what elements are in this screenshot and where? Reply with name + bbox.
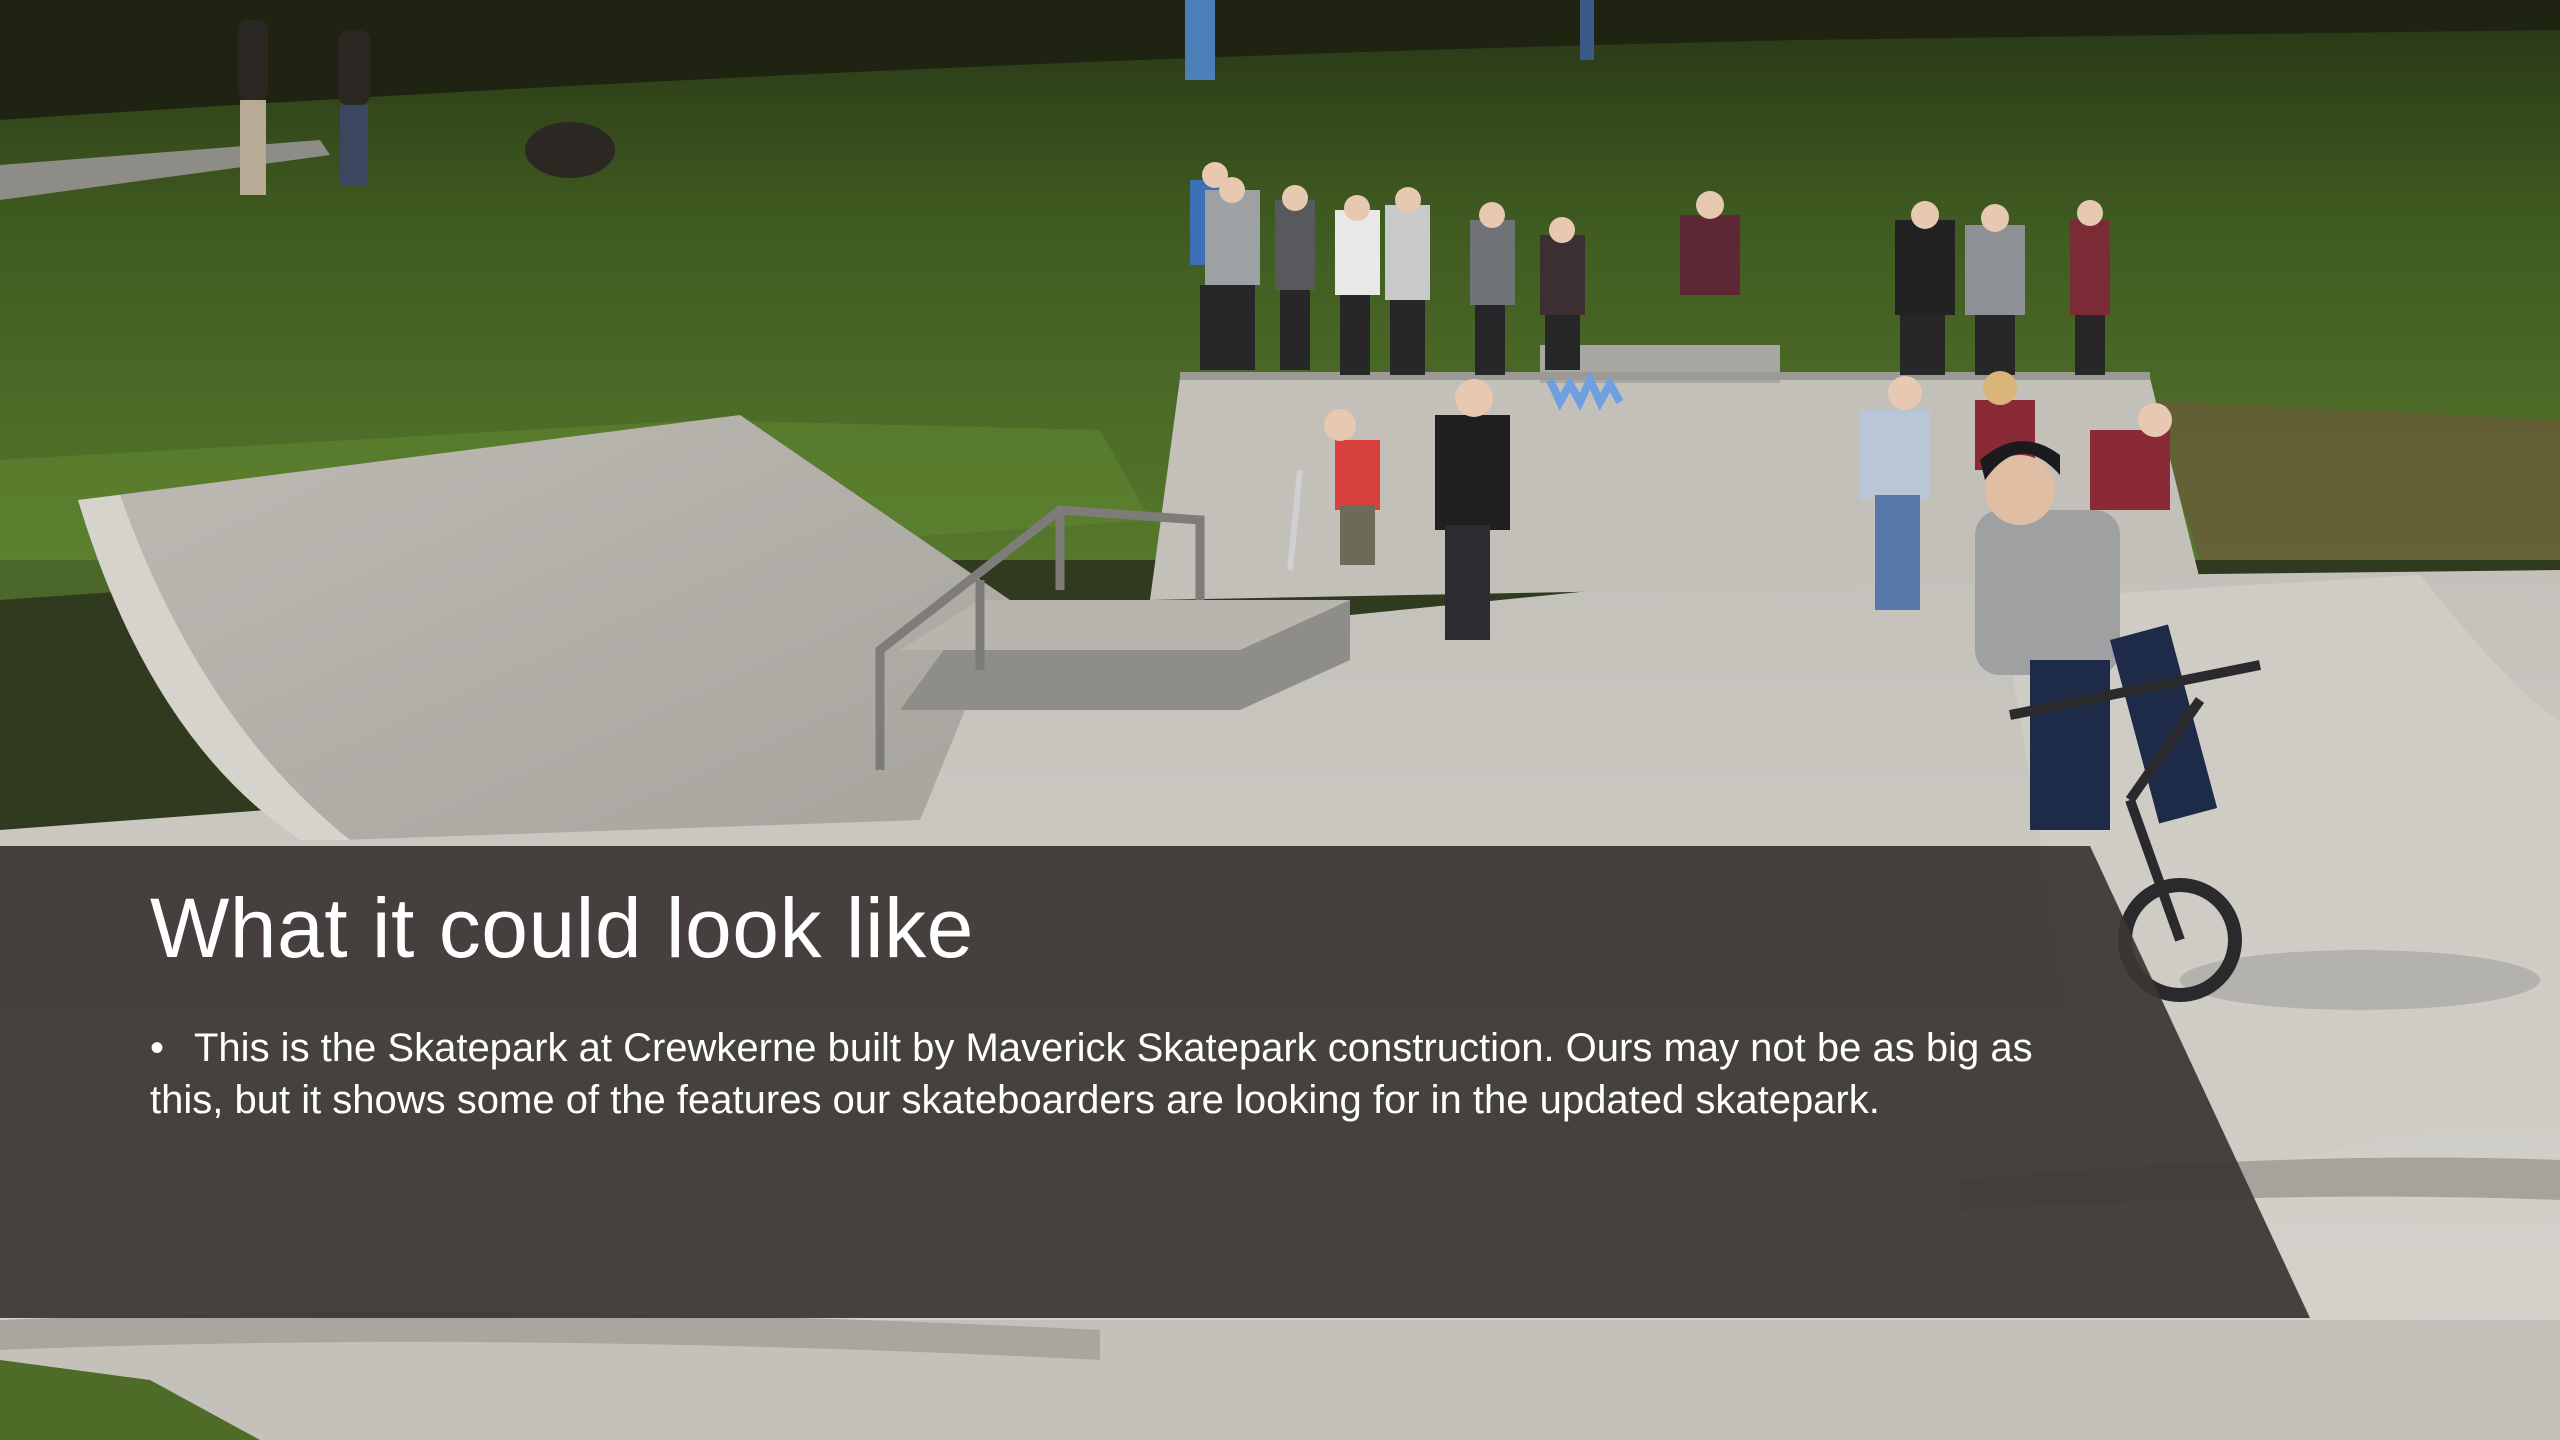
skatepark-photo bbox=[0, 0, 2560, 1440]
bullet-marker: • bbox=[150, 1026, 165, 1070]
slide-title: What it could look like bbox=[150, 881, 974, 975]
bullet-text: This is the Skatepark at Crewkerne built… bbox=[150, 1026, 2033, 1122]
bullet-item: • This is the Skatepark at Crewkerne buil… bbox=[150, 1022, 2110, 1126]
bullet-list: • This is the Skatepark at Crewkerne buil… bbox=[150, 1022, 2110, 1126]
slide: What it could look like • This is the Ska… bbox=[0, 0, 2560, 1440]
